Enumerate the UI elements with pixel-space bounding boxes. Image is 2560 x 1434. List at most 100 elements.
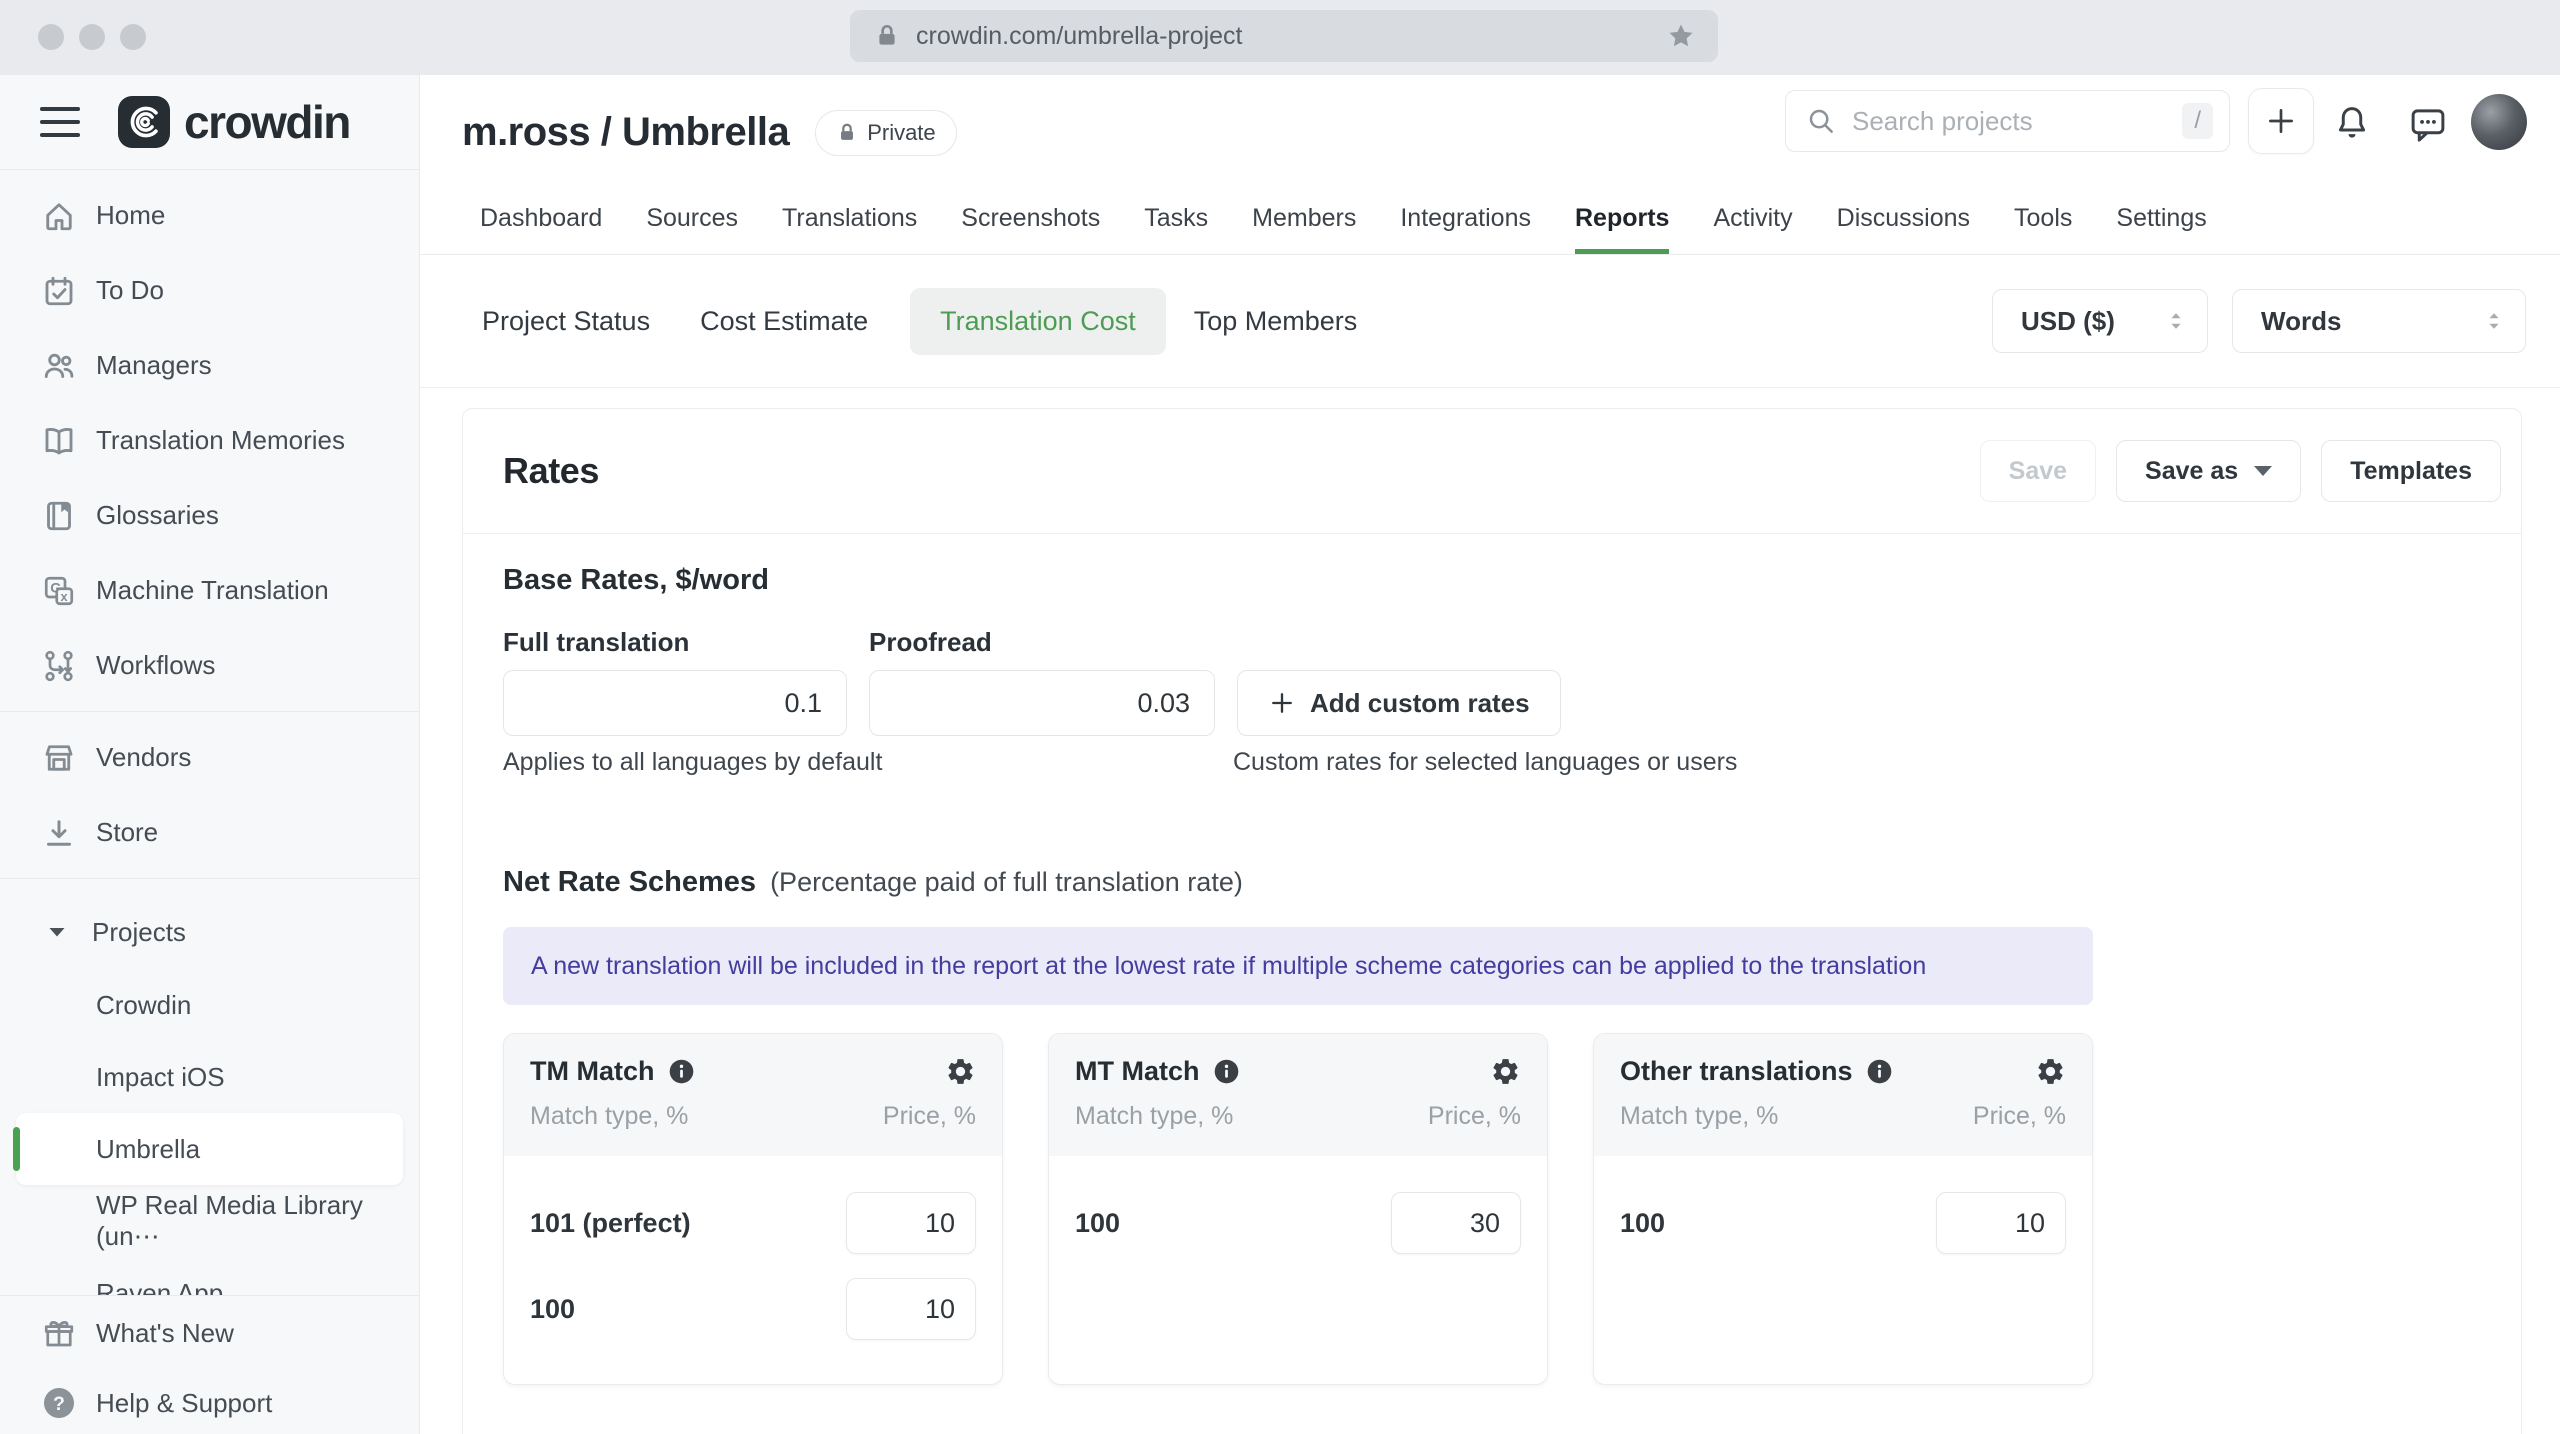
- page-title: m.ross / Umbrella: [462, 110, 790, 154]
- tab-reports[interactable]: Reports: [1574, 204, 1670, 254]
- tm-match-100-price-input[interactable]: [846, 1278, 976, 1340]
- sidebar-project-umbrella[interactable]: Umbrella: [13, 1113, 403, 1185]
- custom-rates-note: Custom rates for selected languages or u…: [1233, 748, 1738, 776]
- select-arrows-icon: [2489, 313, 2499, 329]
- messages-button[interactable]: [2404, 100, 2452, 148]
- home-icon: [40, 198, 78, 234]
- info-icon[interactable]: [668, 1058, 695, 1085]
- subtab-cost-estimate[interactable]: Cost Estimate: [700, 288, 868, 355]
- match-type-value: 100: [1075, 1207, 1121, 1238]
- save-as-button[interactable]: Save as: [2116, 440, 2302, 502]
- sidebar-item-machine-translation[interactable]: Gx Machine Translation: [0, 553, 419, 628]
- add-custom-rates-button[interactable]: Add custom rates: [1237, 670, 1561, 736]
- lock-icon: [874, 22, 900, 50]
- search-input[interactable]: [1852, 105, 2183, 137]
- tm-match-card: TM Match Match type, % Price, % 101 (per…: [503, 1033, 1003, 1385]
- tab-screenshots[interactable]: Screenshots: [961, 204, 1100, 254]
- window-controls[interactable]: [38, 24, 146, 50]
- sidebar-item-glossaries[interactable]: Glossaries: [0, 478, 419, 553]
- sidebar-project-crowdin[interactable]: Crowdin: [0, 969, 419, 1041]
- other-translations-100-price-input[interactable]: [1936, 1192, 2066, 1254]
- workflow-icon: [40, 648, 78, 684]
- currency-select-value: USD ($): [2021, 305, 2115, 336]
- gear-icon[interactable]: [1490, 1056, 1521, 1087]
- table-row: 100: [530, 1266, 976, 1352]
- window-minimize-button[interactable]: [79, 24, 105, 50]
- sidebar-item-workflows[interactable]: Workflows: [0, 628, 419, 703]
- match-type-column-header: Match type, %: [1620, 1102, 1779, 1130]
- save-button[interactable]: Save: [1979, 440, 2097, 502]
- chat-bubble-icon: [2411, 109, 2445, 142]
- gear-icon[interactable]: [2035, 1056, 2066, 1087]
- tab-sources[interactable]: Sources: [646, 204, 738, 254]
- todo-calendar-icon: [40, 273, 78, 309]
- plus-icon: [1272, 693, 1292, 713]
- crowdin-logo[interactable]: crowdin: [118, 95, 351, 149]
- sidebar-item-label: Workflows: [96, 650, 216, 680]
- tab-tasks[interactable]: Tasks: [1144, 204, 1208, 254]
- subtab-translation-cost[interactable]: Translation Cost: [910, 287, 1166, 355]
- window-zoom-button[interactable]: [120, 24, 146, 50]
- tab-settings[interactable]: Settings: [2116, 204, 2206, 254]
- subtab-top-members[interactable]: Top Members: [1194, 288, 1358, 355]
- price-column-header: Price, %: [1427, 1102, 1521, 1130]
- subtab-project-status[interactable]: Project Status: [482, 288, 650, 355]
- match-type-value: 101 (perfect): [530, 1207, 691, 1238]
- tab-tools[interactable]: Tools: [2014, 204, 2072, 254]
- gear-icon[interactable]: [945, 1056, 976, 1087]
- sidebar-item-vendors[interactable]: Vendors: [0, 720, 419, 795]
- sidebar-item-label: Glossaries: [96, 500, 219, 530]
- project-label: WP Real Media Library (un⋯: [96, 1190, 363, 1251]
- tab-translations[interactable]: Translations: [782, 204, 917, 254]
- plus-icon: [2269, 109, 2293, 133]
- sidebar-item-translation-memories[interactable]: Translation Memories: [0, 403, 419, 478]
- search-shortcut-hint: /: [2182, 103, 2213, 139]
- menu-hamburger-icon[interactable]: [40, 107, 80, 137]
- select-arrows-icon: [2171, 313, 2181, 329]
- sidebar-item-whats-new[interactable]: What's New: [0, 1298, 419, 1368]
- download-icon: [40, 815, 78, 851]
- currency-select[interactable]: USD ($): [1992, 289, 2208, 353]
- sidebar-item-todo[interactable]: To Do: [0, 253, 419, 328]
- sidebar-item-label: Help & Support: [96, 1387, 273, 1418]
- sidebar-item-label: Vendors: [96, 742, 192, 772]
- browser-chrome: crowdin.com/umbrella-project: [0, 0, 2560, 75]
- search-box[interactable]: /: [1785, 90, 2230, 152]
- sidebar-item-help-support[interactable]: ? Help & Support: [0, 1368, 419, 1434]
- info-icon[interactable]: [1866, 1058, 1893, 1085]
- sidebar-item-store[interactable]: Store: [0, 795, 419, 870]
- tab-dashboard[interactable]: Dashboard: [480, 204, 602, 254]
- notifications-button[interactable]: [2328, 100, 2376, 148]
- info-icon[interactable]: [1213, 1058, 1240, 1085]
- tab-integrations[interactable]: Integrations: [1400, 204, 1531, 254]
- tab-discussions[interactable]: Discussions: [1837, 204, 1970, 254]
- search-icon: [1809, 109, 1833, 133]
- bookmark-star-icon[interactable]: [1666, 21, 1696, 51]
- tab-activity[interactable]: Activity: [1713, 204, 1792, 254]
- sidebar-item-managers[interactable]: Managers: [0, 328, 419, 403]
- window-close-button[interactable]: [38, 24, 64, 50]
- lock-icon: [841, 123, 854, 140]
- create-new-button[interactable]: [2248, 88, 2314, 154]
- crowdin-logo-mark: [118, 96, 170, 148]
- info-banner-text: A new translation will be included in th…: [531, 951, 1927, 980]
- proofread-rate-input[interactable]: [869, 670, 1215, 736]
- full-translation-rate-input[interactable]: [503, 670, 847, 736]
- mt-match-100-price-input[interactable]: [1391, 1192, 1521, 1254]
- sidebar-group-projects[interactable]: Projects: [0, 895, 419, 969]
- tab-members[interactable]: Members: [1252, 204, 1356, 254]
- sidebar-footer: What's New ? Help & Support: [0, 1295, 419, 1434]
- sidebar-project-wp-real-media-library[interactable]: WP Real Media Library (un⋯: [0, 1185, 419, 1257]
- sidebar-project-impact-ios[interactable]: Impact iOS: [0, 1041, 419, 1113]
- tm-match-101-price-input[interactable]: [846, 1192, 976, 1254]
- rates-panel: Rates Save Save as Templates Base Rates,…: [462, 408, 2522, 1434]
- units-select[interactable]: Words: [2232, 289, 2526, 353]
- address-bar[interactable]: crowdin.com/umbrella-project: [850, 10, 1718, 62]
- sidebar-item-home[interactable]: Home: [0, 178, 419, 253]
- add-custom-rates-label: Add custom rates: [1310, 687, 1530, 718]
- user-avatar[interactable]: [2471, 94, 2527, 150]
- templates-button[interactable]: Templates: [2321, 440, 2501, 502]
- project-label: Crowdin: [96, 989, 192, 1020]
- projects-group-label: Projects: [92, 916, 186, 947]
- match-type-column-header: Match type, %: [1075, 1102, 1234, 1130]
